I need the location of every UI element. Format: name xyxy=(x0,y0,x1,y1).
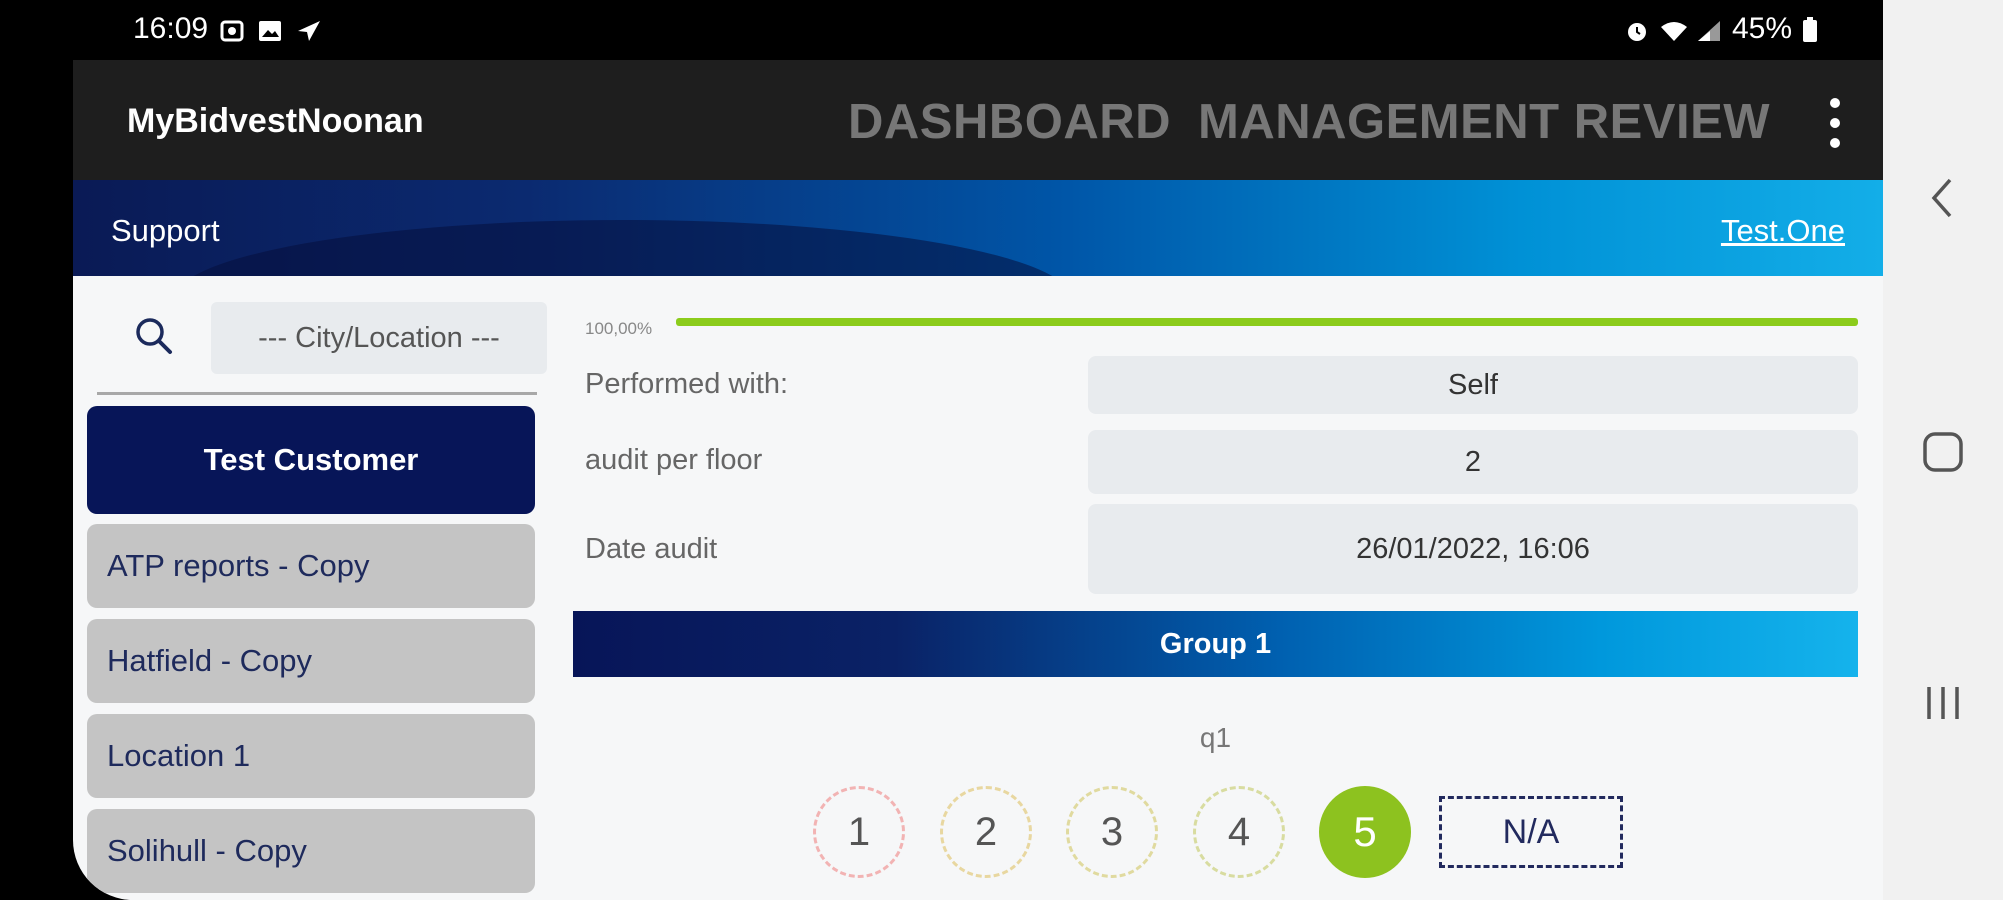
question-label: q1 xyxy=(1199,722,1232,753)
app-bar: MyBidvestNoonan DASHBOARD MANAGEMENT REV… xyxy=(73,60,1883,180)
alarm-icon xyxy=(1624,17,1650,41)
sidebar-item-location-1[interactable]: Location 1 xyxy=(87,714,535,798)
battery-icon xyxy=(1802,17,1828,42)
audit-per-floor-input[interactable]: 2 xyxy=(1088,430,1858,494)
wifi-icon xyxy=(1660,17,1687,41)
tab-management-review[interactable]: MANAGEMENT REVIEW xyxy=(1198,94,1770,150)
progress-fill xyxy=(676,318,1858,326)
app-screen: 16:09 45% MyBidvestNoonan DASHBOARD MANA… xyxy=(73,0,1883,900)
field-label-date-audit: Date audit xyxy=(585,533,718,565)
banner-decoration xyxy=(173,220,1073,276)
rating-3-button[interactable]: 3 xyxy=(1066,786,1158,878)
search-icon[interactable] xyxy=(132,314,176,358)
date-audit-input[interactable]: 26/01/2022, 16:06 xyxy=(1088,504,1858,594)
rating-5-button[interactable]: 5 xyxy=(1319,786,1411,878)
city-location-select[interactable]: --- City/Location --- xyxy=(211,302,547,374)
field-label-performed-with: Performed with: xyxy=(585,368,789,400)
battery-percent: 45% xyxy=(1731,12,1792,45)
content-area: --- City/Location --- Test Customer ATP … xyxy=(73,276,1883,900)
progress-bar xyxy=(676,318,1858,326)
rating-na-button[interactable]: N/A xyxy=(1439,796,1623,868)
more-vert-icon[interactable] xyxy=(1825,98,1845,148)
sim-card-icon xyxy=(220,17,246,42)
system-nav-bar xyxy=(1883,0,2003,900)
progress-label: 100,00% xyxy=(585,319,653,338)
rating-2-button[interactable]: 2 xyxy=(940,786,1032,878)
field-label-audit-per-floor: audit per floor xyxy=(585,444,763,476)
signal-icon xyxy=(1696,17,1722,41)
section-banner: Support Test.One xyxy=(73,180,1883,276)
audit-form: 100,00% Performed with: Self audit per f… xyxy=(573,276,1873,900)
user-link[interactable]: Test.One xyxy=(1721,213,1845,249)
sidebar-item-atp-reports-copy[interactable]: ATP reports - Copy xyxy=(87,524,535,608)
sidebar-item-hatfield-copy[interactable]: Hatfield - Copy xyxy=(87,619,535,703)
rating-1-button[interactable]: 1 xyxy=(813,786,905,878)
section-title: Support xyxy=(111,213,220,248)
group-header: Group 1 xyxy=(573,611,1858,677)
back-icon[interactable] xyxy=(1883,176,2003,220)
sidebar-item-solihull-copy[interactable]: Solihull - Copy xyxy=(87,809,535,893)
sidebar-item-test-customer[interactable]: Test Customer xyxy=(87,406,535,514)
performed-with-select[interactable]: Self xyxy=(1088,356,1858,414)
tab-dashboard[interactable]: DASHBOARD xyxy=(848,94,1171,150)
navigation-icon xyxy=(296,17,322,41)
sidebar-divider xyxy=(97,392,537,395)
image-icon xyxy=(258,17,284,41)
recents-icon[interactable] xyxy=(1883,683,2003,723)
app-title: MyBidvestNoonan xyxy=(127,102,424,140)
rating-4-button[interactable]: 4 xyxy=(1193,786,1285,878)
status-time: 16:09 xyxy=(133,12,209,45)
location-sidebar: --- City/Location --- Test Customer ATP … xyxy=(87,276,547,900)
home-icon[interactable] xyxy=(1883,430,2003,474)
status-bar: 16:09 45% xyxy=(73,0,1883,60)
